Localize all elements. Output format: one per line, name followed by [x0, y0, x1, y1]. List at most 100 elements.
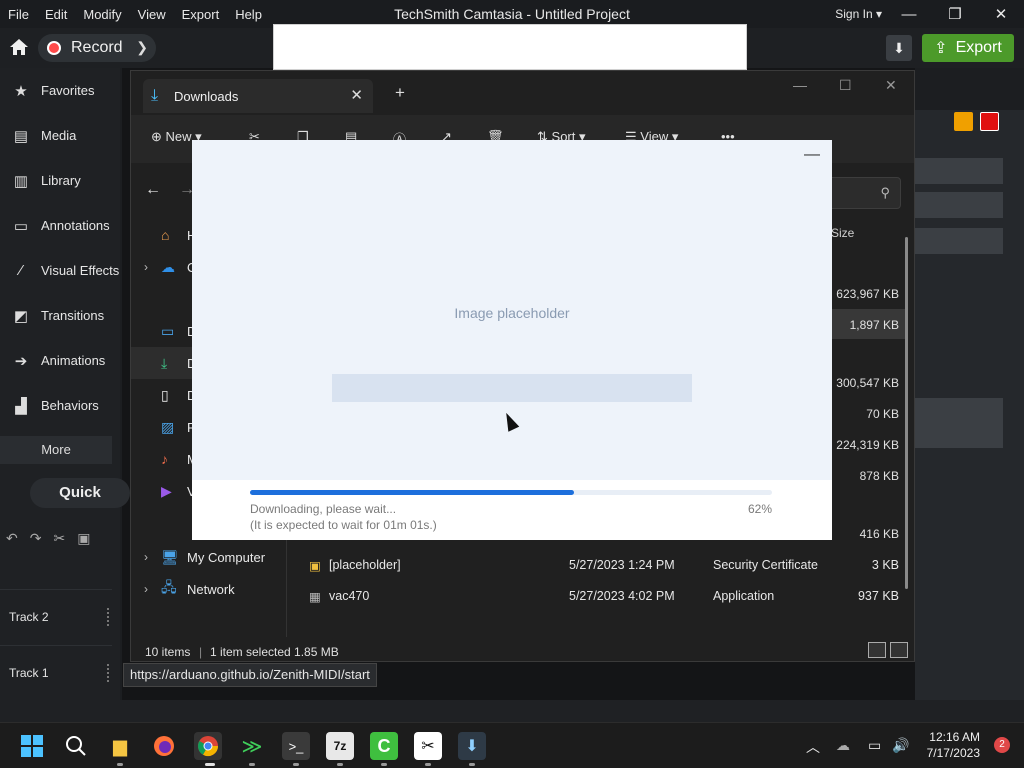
windows-start-icon[interactable] [18, 732, 46, 760]
column-header-size[interactable]: Size [831, 226, 854, 240]
menu-edit[interactable]: Edit [37, 7, 75, 22]
annotation-icon: ▭ [13, 217, 29, 235]
nav-label: My Computer [187, 549, 266, 565]
menu-export[interactable]: Export [174, 7, 228, 22]
track-row[interactable]: Track 1 [0, 645, 112, 699]
sidebar-label: Annotations [41, 218, 110, 233]
back-arrow-icon[interactable]: ← [145, 181, 161, 199]
file-name: vac470 [329, 589, 370, 603]
details-view-icon[interactable] [868, 642, 886, 658]
minimize-button[interactable]: — [886, 0, 932, 28]
quick-tab[interactable]: Quick [30, 478, 130, 508]
panel-bar [915, 192, 1003, 218]
new-label: New [165, 129, 192, 144]
chevron-right-icon[interactable]: › [131, 582, 161, 596]
desktop-icon: ▭ [161, 322, 175, 339]
home-icon[interactable] [8, 36, 30, 58]
certificate-icon: ▣ [309, 559, 321, 573]
copy-icon[interactable]: ▣ [77, 530, 90, 547]
chevron-down-icon: ▾ [875, 7, 882, 21]
sidebar-item-behaviors[interactable]: ▟ Behaviors [0, 383, 120, 428]
file-size: 937 KB [857, 589, 899, 603]
capcut-icon[interactable]: ✂ [414, 732, 442, 760]
close-icon[interactable]: ✕ [350, 86, 363, 104]
cloud-sync-icon[interactable]: ☁ [836, 737, 850, 754]
chevron-right-icon[interactable]: ❯ [136, 39, 148, 56]
chevron-right-icon[interactable]: › [131, 260, 161, 274]
edit-tools: ↶ ↷ ✂ ▣ [0, 526, 120, 550]
firefox-icon[interactable] [150, 732, 178, 760]
sidebar-item-visual-effects[interactable]: ⁄ Visual Effects [0, 248, 120, 293]
nav-item-my-computer[interactable]: › 🖥 My Computer [131, 541, 287, 573]
record-button[interactable]: Record ❯ [38, 34, 156, 62]
video-icon: ▶ [161, 482, 172, 499]
system-clock[interactable]: 12:16 AM 7/17/2023 [927, 729, 980, 761]
redo-icon[interactable]: ↷ [30, 530, 42, 547]
sidebar-item-library[interactable]: ▥ Library [0, 158, 120, 203]
tab-downloads[interactable]: ⤓ Downloads ✕ [143, 79, 373, 113]
status-bar: 10 items | 1 item selected 1.85 MB [131, 639, 914, 661]
application-icon: ▦ [309, 590, 321, 604]
minimize-button[interactable]: — [804, 146, 820, 164]
menu-modify[interactable]: Modify [75, 7, 129, 22]
menu-view[interactable]: View [130, 7, 174, 22]
notification-badge[interactable]: 2 [994, 737, 1010, 753]
new-tab-button[interactable]: + [395, 83, 405, 103]
sidebar-item-transitions[interactable]: ◩ Transitions [0, 293, 120, 338]
download-arrow-button[interactable]: ⬇ [886, 35, 912, 61]
vertical-scrollbar[interactable] [905, 237, 908, 589]
undo-icon[interactable]: ↶ [6, 530, 18, 547]
nav-item-network[interactable]: › 🖧 Network [131, 573, 287, 605]
panel-bar [915, 398, 1003, 448]
menu-file[interactable]: File [0, 7, 37, 22]
file-row[interactable]: ▣ [placeholder] 5/27/2023 1:24 PM Securi… [301, 550, 901, 580]
maximize-button[interactable]: ☐ [839, 77, 852, 94]
file-row[interactable]: ▦ vac470 5/27/2023 4:02 PM Application 9… [301, 581, 901, 611]
terminal-icon[interactable]: >_ [282, 732, 310, 760]
document-icon: ▯ [161, 386, 169, 403]
sidebar-item-animations[interactable]: ➔ Animations [0, 338, 120, 383]
film-icon: ▤ [13, 127, 29, 145]
chevron-up-icon[interactable]: ︿ [806, 737, 820, 757]
more-button[interactable]: More [0, 436, 112, 464]
cut-icon[interactable]: ✂ [53, 530, 65, 547]
drag-handle[interactable] [107, 664, 110, 682]
menu-help[interactable]: Help [227, 7, 270, 22]
camtasia-app-icon[interactable]: ≫ [238, 732, 266, 760]
restore-button[interactable]: ❐ [932, 0, 978, 28]
installer-app-icon[interactable]: ⬇ [458, 732, 486, 760]
size-cell: 224,319 KB [836, 438, 899, 452]
track-row[interactable]: Track 2 [0, 589, 112, 643]
sidebar-item-media[interactable]: ▤ Media [0, 113, 120, 158]
orange-swatch[interactable] [954, 112, 973, 131]
clock-date: 7/17/2023 [926, 746, 980, 760]
search-icon[interactable] [62, 732, 90, 760]
minimize-button[interactable]: — [793, 77, 807, 93]
network-icon[interactable]: ▭ [868, 737, 881, 754]
properties-panel [915, 110, 1024, 700]
file-date: 5/27/2023 1:24 PM [569, 558, 675, 572]
camtasia-menubar: File Edit Modify View Export Help [0, 0, 270, 28]
timeline-footer [0, 700, 1024, 722]
search-input[interactable]: ⚲ [821, 177, 901, 209]
sidebar-label: Transitions [41, 308, 105, 323]
tiles-view-icon[interactable] [890, 642, 908, 658]
clock-time: 12:16 AM [929, 730, 980, 744]
chrome-icon[interactable] [194, 732, 222, 760]
7zip-icon[interactable]: 7z [326, 732, 354, 760]
drag-handle[interactable] [107, 608, 110, 626]
close-button[interactable]: ✕ [885, 77, 897, 94]
active-indicator [205, 763, 215, 766]
chevron-right-icon[interactable]: › [131, 550, 161, 564]
red-swatch[interactable] [980, 112, 999, 131]
sidebar-item-annotations[interactable]: ▭ Annotations [0, 203, 120, 248]
volume-icon[interactable]: 🔊 [892, 737, 909, 754]
download-dialog: Image placeholder — Downloading, please … [192, 140, 832, 540]
close-button[interactable]: ✕ [978, 0, 1024, 28]
pycharm-icon[interactable]: C [370, 732, 398, 760]
sidebar-item-favorites[interactable]: ★ Favorites [0, 68, 120, 113]
file-explorer-icon[interactable]: ▆ [106, 732, 134, 760]
running-indicator [249, 763, 255, 766]
sign-in-button[interactable]: Sign In ▾ [835, 7, 882, 21]
export-button[interactable]: ⇪ Export [922, 34, 1014, 62]
